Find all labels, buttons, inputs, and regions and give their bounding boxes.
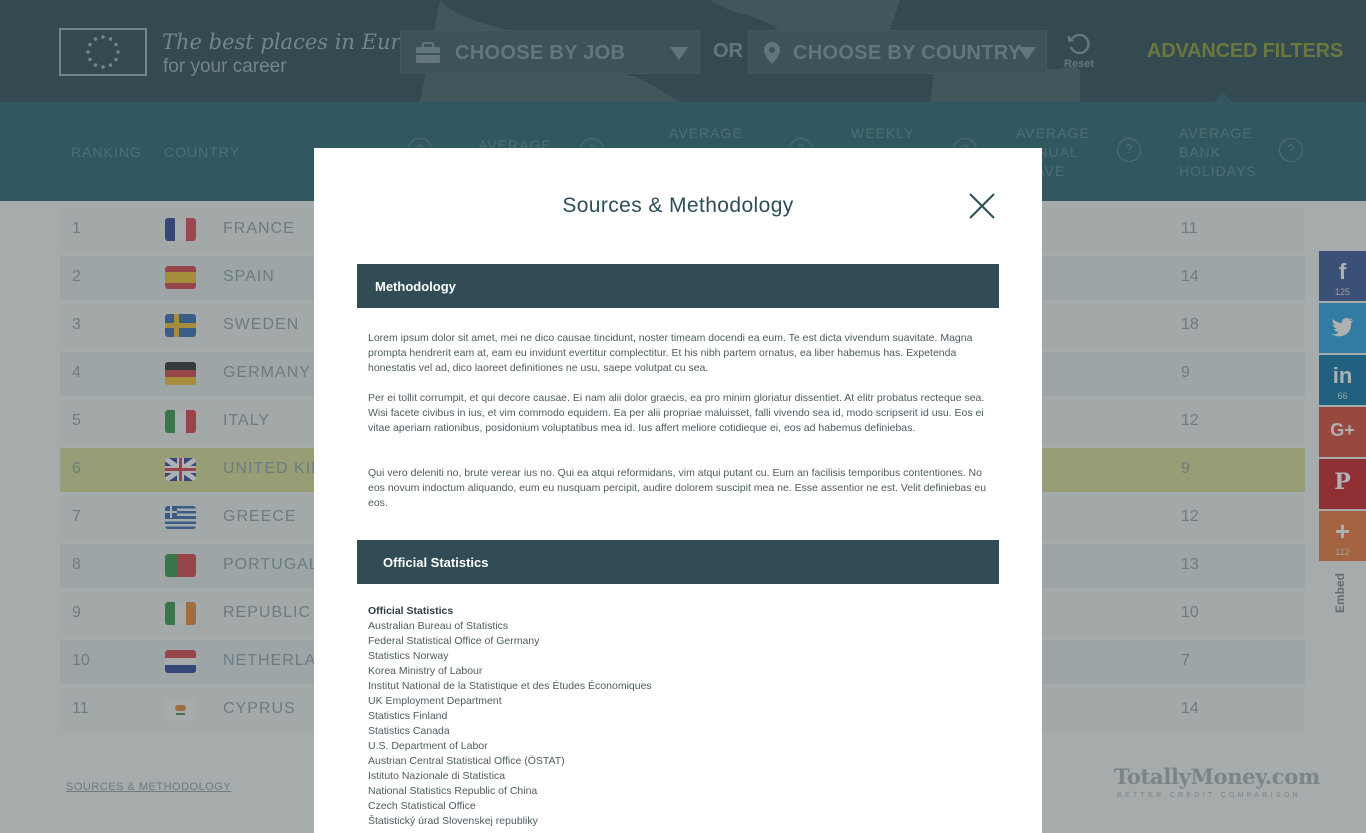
statistics-source-item: Federal Statistical Office of Germany (368, 635, 540, 647)
statistics-source-item: U.S. Department of Labor (368, 740, 488, 752)
methodology-paragraph: Per ei tollit corrumpit, et qui decore c… (368, 392, 985, 434)
methodology-section-header: Methodology (357, 264, 999, 308)
statistics-source-item: Australian Bureau of Statistics (368, 620, 509, 632)
statistics-source-item: UK Employment Department (368, 695, 502, 707)
statistics-source-item: Istituto Nazionale di Statistica (368, 770, 506, 782)
statistics-source-item: Statistics Finland (368, 710, 448, 722)
official-statistics-section-header: Official Statistics (357, 540, 999, 584)
statistics-source-list: Official Statistics Australian Bureau of… (368, 604, 988, 829)
statistics-source-item: Statistics Canada (368, 725, 450, 737)
methodology-paragraph: Qui vero deleniti no, brute verear ius n… (368, 467, 987, 509)
statistics-source-item: Statistics Norway (368, 650, 449, 662)
statistics-source-item: Institut National de la Statistique et d… (368, 680, 652, 692)
statistics-source-item: Štatistický úrad Slovenskej republiky (368, 815, 538, 827)
statistics-subheading: Official Statistics (368, 605, 454, 617)
sources-methodology-modal: Sources & Methodology Methodology Lorem … (314, 148, 1042, 833)
close-icon (969, 193, 995, 219)
methodology-paragraph: Lorem ipsum dolor sit amet, mei ne dico … (368, 332, 973, 374)
methodology-heading: Methodology (375, 279, 456, 294)
statistics-source-item: National Statistics Republic of China (368, 785, 538, 797)
statistics-source-item: Korea Ministry of Labour (368, 665, 483, 677)
close-button[interactable] (968, 192, 996, 220)
official-statistics-heading: Official Statistics (383, 555, 489, 570)
statistics-source-item: Czech Statistical Office (368, 800, 476, 812)
modal-title: Sources & Methodology (562, 194, 794, 217)
statistics-source-item: Austrian Central Statistical Office (ÖST… (368, 755, 565, 767)
